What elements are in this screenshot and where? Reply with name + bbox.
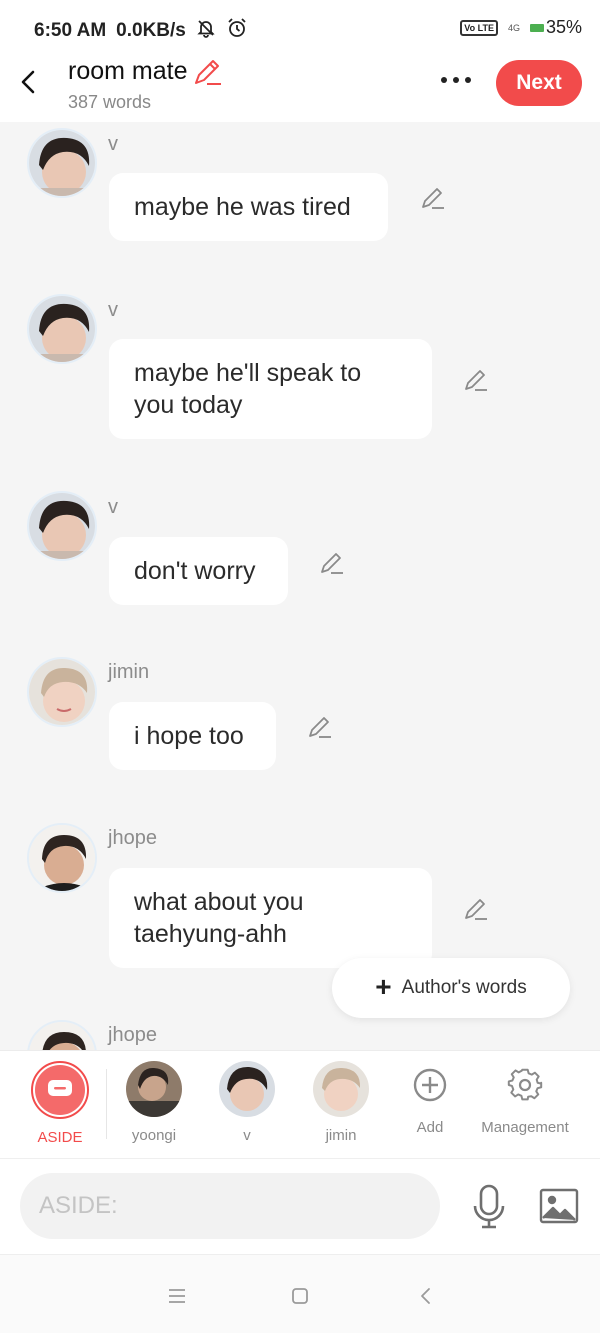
avatar[interactable] (27, 1020, 97, 1050)
more-dot-icon (441, 77, 447, 83)
more-options-button[interactable] (436, 66, 476, 94)
message-bubble[interactable]: maybe he'll speak to you today (109, 339, 432, 439)
character-label: ASIDE (37, 1129, 83, 1146)
header: room mate 387 words Next (0, 56, 600, 122)
speaker-name: jhope (108, 1024, 157, 1046)
character-aside[interactable]: ASIDE (15, 1061, 105, 1146)
status-speed: 0.0KB/s (116, 20, 186, 41)
author-words-button[interactable]: + Author's words (332, 958, 570, 1018)
character-bar: ASIDE yoongi v jimin Add Management (0, 1050, 600, 1158)
status-left: 6:50 AM 0.0KB/s (34, 17, 248, 45)
message-bubble[interactable]: i hope too (109, 702, 276, 770)
edit-pencil-icon[interactable] (462, 895, 490, 923)
word-count: 387 words (68, 92, 152, 112)
chat-area[interactable]: v maybe he was tired v maybe he'll speak… (0, 122, 600, 1050)
avatar[interactable] (27, 128, 97, 198)
back-button[interactable] (14, 66, 42, 98)
speaker-name: v (108, 496, 118, 518)
edit-pencil-icon[interactable] (318, 549, 346, 577)
author-words-label: Author's words (401, 977, 527, 998)
avatar[interactable] (27, 657, 97, 727)
avatar[interactable] (27, 491, 97, 561)
add-circle-icon (410, 1065, 450, 1105)
character-jimin[interactable]: jimin (296, 1061, 386, 1144)
add-label: Add (416, 1119, 444, 1136)
avatar (126, 1061, 182, 1117)
status-bar: 6:50 AM 0.0KB/s Vo LTE 4G 35% (0, 0, 600, 56)
aside-input[interactable] (20, 1173, 440, 1239)
more-dot-icon (453, 77, 459, 83)
management-label: Management (481, 1119, 569, 1136)
avatar[interactable] (27, 294, 97, 364)
battery-icon (529, 23, 544, 32)
chat-bubble-icon (35, 1065, 85, 1115)
volte-badge: Vo LTE (460, 19, 498, 36)
edit-pencil-icon[interactable] (462, 366, 490, 394)
status-time: 6:50 AM (34, 20, 107, 41)
character-label: yoongi (131, 1127, 177, 1144)
edit-pencil-icon[interactable] (419, 184, 447, 212)
mute-bell-icon (196, 18, 216, 44)
edit-pencil-icon[interactable] (306, 713, 334, 741)
management-button[interactable]: Management (470, 1061, 580, 1136)
speaker-name: jimin (108, 661, 150, 683)
more-dot-icon (465, 77, 471, 83)
speaker-name: v (108, 299, 118, 321)
page-title: room mate (68, 57, 188, 85)
speaker-name: v (108, 133, 118, 155)
character-yoongi[interactable]: yoongi (109, 1061, 199, 1144)
image-icon[interactable] (538, 1186, 580, 1226)
battery-group: 35% (529, 17, 582, 38)
message-bubble[interactable]: what about you taehyung-ahh (109, 868, 432, 968)
network-type: 4G (507, 22, 520, 33)
pencil-icon[interactable] (193, 58, 223, 86)
add-character-button[interactable]: Add (385, 1061, 475, 1136)
home-icon[interactable] (285, 1281, 315, 1311)
plus-icon: + (375, 970, 392, 1002)
system-nav-bar (0, 1254, 600, 1333)
speaker-name: jhope (108, 827, 157, 849)
message-bubble[interactable]: don't worry (109, 537, 288, 605)
microphone-icon[interactable] (470, 1183, 508, 1231)
menu-icon[interactable] (162, 1281, 192, 1311)
avatar (313, 1061, 369, 1117)
next-button[interactable]: Next (496, 60, 582, 106)
character-v[interactable]: v (202, 1061, 292, 1144)
back-icon[interactable] (410, 1281, 440, 1311)
avatar (219, 1061, 275, 1117)
status-right: Vo LTE 4G 35% (460, 17, 582, 38)
character-label: jimin (325, 1127, 357, 1144)
gear-icon (505, 1065, 545, 1105)
avatar[interactable] (27, 823, 97, 893)
battery-level: 35% (545, 17, 582, 37)
aside-avatar (31, 1061, 89, 1119)
divider (106, 1069, 107, 1139)
character-label: v (243, 1127, 251, 1144)
alarm-icon (226, 17, 248, 45)
story-title[interactable]: room mate (68, 57, 223, 86)
chevron-left-icon (21, 70, 35, 94)
input-bar (0, 1158, 600, 1254)
message-bubble[interactable]: maybe he was tired (109, 173, 388, 241)
